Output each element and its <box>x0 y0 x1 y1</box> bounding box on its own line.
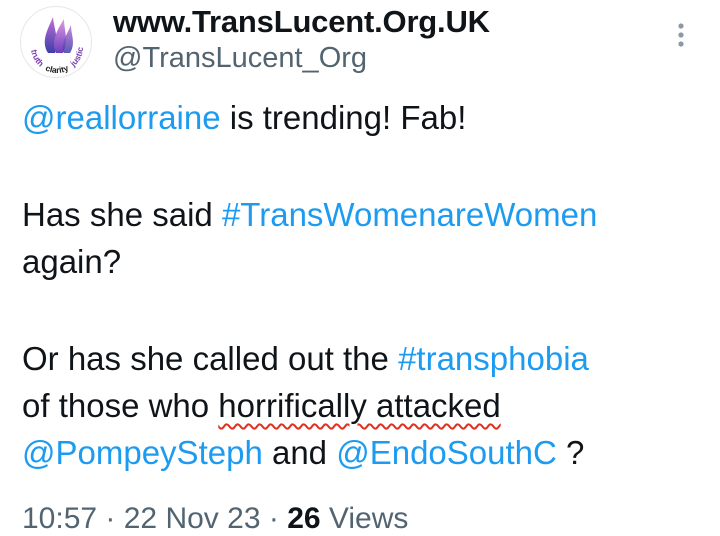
author-display-name[interactable]: www.TransLucent.Org.UK <box>113 4 490 40</box>
mention-endosouthc[interactable]: @EndoSouthC <box>336 434 557 471</box>
views-count: 26 <box>287 502 321 535</box>
spellcheck-underlined-text: horrifically attacked <box>218 387 501 424</box>
tweet-text: and <box>262 434 337 471</box>
author-handle[interactable]: @TransLucent_Org <box>113 42 367 75</box>
tweet-text: is trending! Fab! <box>220 99 467 136</box>
mention-pompeysteph[interactable]: @PompeySteph <box>22 434 263 471</box>
hashtag-transphobia[interactable]: #transphobia <box>398 340 589 377</box>
tweet-text: Or has she called out the <box>22 340 399 377</box>
meta-separator: · <box>260 502 288 535</box>
tweet-text: of those who <box>22 387 219 424</box>
translucent-logo-icon: truth clarity justice <box>21 7 85 75</box>
avatar[interactable]: truth clarity justice <box>20 6 92 78</box>
meta-separator: · <box>97 502 124 535</box>
tweet-text: ? <box>556 434 585 471</box>
tweet-line-3: Or has she called out the #transphobia of… <box>22 335 589 476</box>
more-options-button[interactable] <box>666 20 696 50</box>
views-label: Views <box>320 502 409 535</box>
tweet-meta: 10:57 · 22 Nov 23 · 26 Views <box>22 502 408 536</box>
tweet-date[interactable]: 22 Nov 23 <box>124 502 261 535</box>
tweet-text: again? <box>22 243 122 280</box>
mention-reallorraine[interactable]: @reallorraine <box>22 99 221 136</box>
vertical-ellipsis-icon <box>678 23 684 47</box>
tweet-line-2: Has she said #TransWomenareWomen again? <box>22 191 597 285</box>
tweet-time[interactable]: 10:57 <box>22 502 97 535</box>
hashtag-transwomenarewomen[interactable]: #TransWomenareWomen <box>222 196 597 233</box>
tweet-text: Has she said <box>22 196 222 233</box>
tweet-line-1: @reallorraine is trending! Fab! <box>22 94 466 141</box>
